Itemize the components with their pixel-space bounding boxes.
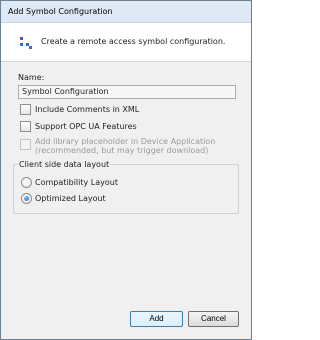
name-label: Name: xyxy=(18,73,45,82)
include-comments-checkbox[interactable] xyxy=(20,104,31,115)
client-layout-group xyxy=(13,164,239,214)
dialog-window: Add Symbol Configuration Create a remote… xyxy=(0,0,252,340)
optimized-layout-radio[interactable] xyxy=(21,193,32,204)
compatibility-layout-radio[interactable] xyxy=(21,177,32,188)
support-opc-ua-checkbox[interactable] xyxy=(20,121,31,132)
radio-selected-dot xyxy=(24,196,29,201)
compatibility-layout-label: Compatibility Layout xyxy=(35,178,118,187)
library-placeholder-label: Add library placeholder in Device Applic… xyxy=(35,137,216,146)
add-button[interactable]: Add xyxy=(130,311,183,327)
symbol-config-icon xyxy=(20,37,32,49)
header-banner: Create a remote access symbol configurat… xyxy=(1,23,251,62)
client-layout-group-title: Client side data layout xyxy=(18,160,111,169)
optimized-layout-label: Optimized Layout xyxy=(35,194,106,203)
library-placeholder-note: (recommended, but may trigger download) xyxy=(35,146,209,155)
support-opc-ua-label: Support OPC UA Features xyxy=(35,122,137,131)
banner-description: Create a remote access symbol configurat… xyxy=(41,37,226,46)
include-comments-label: Include Comments in XML xyxy=(35,105,140,114)
library-placeholder-checkbox xyxy=(20,139,31,150)
title-bar[interactable]: Add Symbol Configuration xyxy=(1,1,251,23)
name-input[interactable]: Symbol Configuration xyxy=(18,85,236,99)
cancel-button[interactable]: Cancel xyxy=(188,311,239,327)
dialog-title: Add Symbol Configuration xyxy=(8,7,113,16)
